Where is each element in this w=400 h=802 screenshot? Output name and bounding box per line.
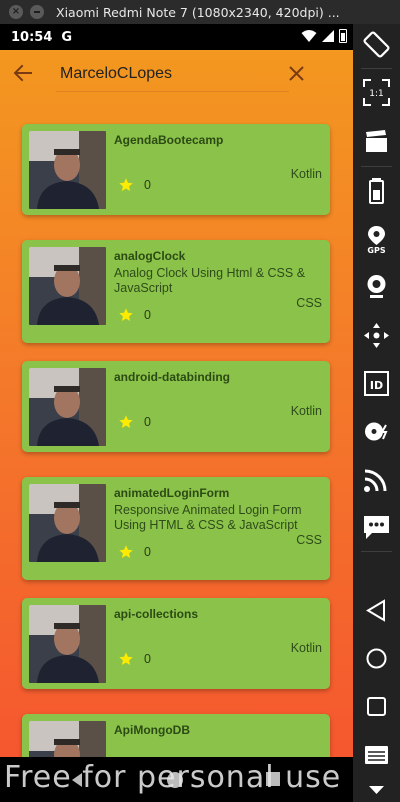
disk-icon[interactable] bbox=[362, 417, 391, 446]
chevron-down-icon[interactable] bbox=[362, 776, 391, 802]
repo-language: CSS bbox=[296, 296, 322, 310]
repo-card[interactable]: AgendaBootecamp 0 Kotlin bbox=[22, 124, 330, 215]
repo-card[interactable]: android-databinding 0 Kotlin bbox=[22, 361, 330, 452]
repo-card[interactable]: animatedLoginForm Responsive Animated Lo… bbox=[22, 477, 330, 580]
repo-name: animatedLoginForm bbox=[114, 486, 230, 500]
phone-screen: 10:54 G AgendaBootecamp 0 Kotlin bbox=[0, 24, 353, 802]
clapperboard-icon[interactable] bbox=[362, 127, 391, 156]
arrow-left-icon[interactable] bbox=[12, 62, 34, 84]
star-icon bbox=[119, 308, 133, 321]
sidebar-separator bbox=[361, 551, 392, 552]
repo-language: Kotlin bbox=[290, 404, 322, 418]
repo-description: Analog Clock Using Html & CSS & JavaScri… bbox=[114, 266, 306, 295]
svg-text:1:1: 1:1 bbox=[369, 89, 383, 99]
star-icon bbox=[119, 545, 133, 558]
repo-name: analogClock bbox=[114, 249, 186, 263]
home-circle-icon[interactable] bbox=[362, 644, 391, 673]
repo-name: android-databinding bbox=[114, 370, 230, 384]
window-close-icon[interactable]: × bbox=[9, 5, 23, 19]
stars-count: 0 bbox=[144, 652, 151, 666]
star-icon bbox=[119, 178, 133, 191]
cast-icon[interactable] bbox=[362, 465, 391, 494]
sidebar-separator bbox=[361, 68, 392, 69]
menu-icon[interactable] bbox=[362, 740, 391, 769]
recents-square-icon[interactable] bbox=[362, 692, 391, 721]
repo-name: ApiMongoDB bbox=[114, 723, 190, 737]
status-time: 10:54 bbox=[11, 29, 53, 45]
avatar bbox=[29, 484, 106, 562]
stars-count: 0 bbox=[144, 178, 151, 192]
back-triangle-icon[interactable] bbox=[362, 596, 391, 625]
id-card-icon[interactable]: ID bbox=[362, 369, 391, 398]
status-bar: 10:54 G bbox=[0, 24, 353, 50]
star-icon bbox=[119, 415, 133, 428]
wifi-icon bbox=[301, 30, 317, 42]
repo-card[interactable]: analogClock Analog Clock Using Html & CS… bbox=[22, 240, 330, 343]
svg-text:ID: ID bbox=[370, 379, 383, 392]
repo-description: Responsive Animated Login Form Using HTM… bbox=[114, 503, 302, 532]
avatar bbox=[29, 247, 106, 325]
gps-icon[interactable]: GPS bbox=[362, 225, 391, 254]
star-icon bbox=[119, 652, 133, 665]
sms-icon[interactable] bbox=[362, 513, 391, 542]
close-icon[interactable] bbox=[288, 65, 305, 82]
sidebar-separator bbox=[361, 166, 392, 167]
repo-language: Kotlin bbox=[290, 641, 322, 655]
window-minimize-icon[interactable] bbox=[30, 5, 44, 19]
avatar bbox=[29, 605, 106, 683]
emulator-sidebar: 1:1 GPS ID bbox=[353, 24, 400, 802]
rotate-icon[interactable] bbox=[362, 30, 391, 59]
repo-language: Kotlin bbox=[290, 167, 322, 181]
stars-count: 0 bbox=[144, 545, 151, 559]
window-titlebar: × Xiaomi Redmi Note 7 (1080x2340, 420dpi… bbox=[0, 0, 400, 24]
signal-icon bbox=[322, 30, 334, 42]
avatar bbox=[29, 131, 106, 209]
webcam-icon[interactable] bbox=[362, 272, 391, 301]
repo-language: CSS bbox=[296, 533, 322, 547]
scale-one-to-one-icon[interactable]: 1:1 bbox=[362, 78, 391, 107]
stars-count: 0 bbox=[144, 415, 151, 429]
battery-icon[interactable] bbox=[362, 176, 391, 205]
avatar bbox=[29, 368, 106, 446]
search-input[interactable] bbox=[56, 60, 278, 88]
search-underline bbox=[56, 91, 289, 92]
window-title: Xiaomi Redmi Note 7 (1080x2340, 420dpi) … bbox=[56, 4, 340, 20]
dpad-move-icon[interactable] bbox=[362, 321, 391, 350]
google-icon: G bbox=[61, 29, 73, 45]
repo-name: api-collections bbox=[114, 607, 199, 621]
search-app-bar bbox=[0, 50, 353, 96]
repo-name: AgendaBootecamp bbox=[114, 133, 224, 147]
repo-card[interactable]: api-collections 0 Kotlin bbox=[22, 598, 330, 689]
stars-count: 0 bbox=[144, 308, 151, 322]
svg-text:GPS: GPS bbox=[367, 246, 385, 254]
battery-status-icon bbox=[339, 29, 347, 43]
watermark: Free for personal use bbox=[4, 760, 342, 795]
